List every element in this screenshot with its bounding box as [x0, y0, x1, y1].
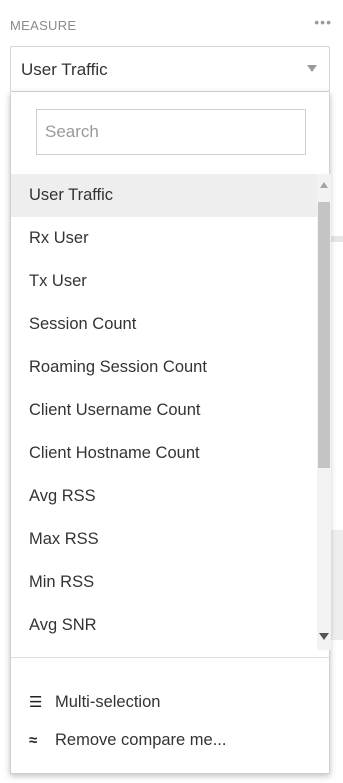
more-horizontal-icon[interactable]: •••	[314, 14, 332, 30]
chevron-down-icon[interactable]	[307, 65, 317, 72]
measure-dropdown: User Traffic Rx User Tx User Session Cou…	[10, 92, 331, 774]
list-item-tx-user[interactable]: Tx User	[11, 260, 317, 303]
background-strip	[331, 236, 343, 242]
divider	[11, 657, 329, 658]
list-item-client-username-count[interactable]: Client Username Count	[11, 389, 317, 432]
list-item-rx-user[interactable]: Rx User	[11, 217, 317, 260]
search-input[interactable]	[45, 118, 295, 146]
list-icon: ☰	[29, 694, 43, 711]
list-item-client-hostname-count[interactable]: Client Hostname Count	[11, 432, 317, 475]
scroll-up-arrow-icon[interactable]	[320, 182, 328, 188]
scrollbar-thumb[interactable]	[318, 202, 330, 468]
compare-waves-icon: ≈	[29, 731, 38, 749]
remove-compare-label: Remove compare me...	[55, 730, 227, 749]
select-value: User Traffic	[21, 60, 108, 79]
panel-header: MEASURE •••	[10, 14, 332, 40]
list-item-user-traffic[interactable]: User Traffic	[11, 174, 317, 217]
measure-select[interactable]: User Traffic	[10, 46, 330, 92]
scroll-down-arrow-icon[interactable]	[319, 633, 329, 640]
list-item-min-rss[interactable]: Min RSS	[11, 561, 317, 604]
list-item-session-count[interactable]: Session Count	[11, 303, 317, 346]
measure-panel: MEASURE ••• User Traffic User Traffic Rx…	[0, 0, 343, 783]
list-item-avg-snr[interactable]: Avg SNR	[11, 604, 317, 647]
list-item-roaming-session-count[interactable]: Roaming Session Count	[11, 346, 317, 389]
panel-title: MEASURE	[10, 18, 77, 33]
multi-selection-button[interactable]: ☰ Multi-selection	[29, 688, 160, 716]
list-item-max-rss[interactable]: Max RSS	[11, 518, 317, 561]
measure-list: User Traffic Rx User Tx User Session Cou…	[11, 174, 331, 650]
search-box	[36, 109, 306, 155]
background-strip	[331, 530, 343, 640]
multi-selection-label: Multi-selection	[55, 692, 161, 711]
list-scrollbar[interactable]	[317, 174, 331, 650]
list-item-avg-rss[interactable]: Avg RSS	[11, 475, 317, 518]
remove-compare-button[interactable]: ≈ Remove compare me...	[29, 726, 226, 754]
